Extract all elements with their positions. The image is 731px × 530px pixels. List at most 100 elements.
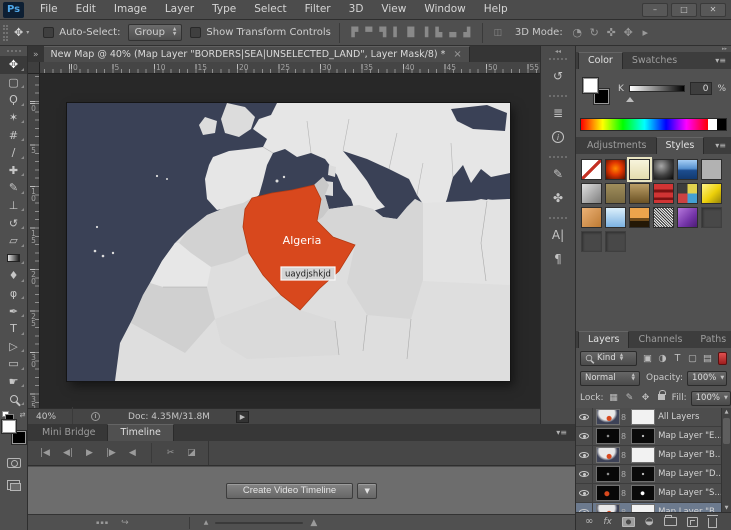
move-tool[interactable]: ✥ <box>0 56 27 74</box>
k-channel-slider[interactable] <box>629 85 685 92</box>
menu-select[interactable]: Select <box>245 0 295 19</box>
menu-view[interactable]: View <box>372 0 415 19</box>
flatten-frames-icon[interactable]: ↪ <box>121 518 129 528</box>
play-button[interactable]: ▶ <box>86 448 93 458</box>
eye-icon[interactable] <box>579 490 589 496</box>
brush-panel-icon[interactable]: ✎ <box>541 162 575 186</box>
layer-row[interactable]: 8Map Layer "B... <box>576 446 721 465</box>
menu-image[interactable]: Image <box>105 0 156 19</box>
menu-layer[interactable]: Layer <box>156 0 203 19</box>
style-swatch-gray-gradient[interactable] <box>581 183 602 204</box>
style-swatch-orange-gradient[interactable] <box>581 207 602 228</box>
white-swatch[interactable] <box>708 119 717 130</box>
layer-thumbnail[interactable] <box>597 467 619 481</box>
convert-to-frame-animation-icon[interactable]: ▪▪▪ <box>96 520 109 526</box>
current-tool-preset[interactable]: ✥ ▾ <box>14 26 29 39</box>
panel-menu-icon[interactable]: ▾≡ <box>710 56 731 69</box>
filter-smart-objects[interactable]: ▤ <box>701 353 714 364</box>
3d-orbit[interactable]: ◔ <box>569 26 586 39</box>
menu-file[interactable]: File <box>31 0 67 19</box>
marquee-tool[interactable]: ▢ <box>0 74 27 92</box>
panel-menu-icon[interactable]: ▾≡ <box>548 428 575 441</box>
align-vertical-centers[interactable]: ▀ <box>362 28 376 38</box>
pen-tool[interactable]: ✒ <box>0 302 27 320</box>
new-group-icon[interactable] <box>664 517 677 526</box>
transition-button[interactable]: ◪ <box>187 448 196 458</box>
visibility-cell[interactable] <box>576 503 593 512</box>
zoom-tool[interactable] <box>0 390 27 408</box>
character-panel-icon[interactable]: A| <box>541 223 575 247</box>
layer-mask-thumbnail[interactable] <box>632 486 654 500</box>
drag-handle-icon[interactable] <box>549 217 567 221</box>
black-swatch[interactable] <box>717 119 726 130</box>
layers-scrollbar[interactable]: ▲ ▼ <box>721 408 731 512</box>
zoom-in-mountain-icon[interactable]: ▲ <box>310 518 317 528</box>
scroll-down-icon[interactable]: ▼ <box>722 505 731 511</box>
align-right-edges[interactable]: ▐ <box>418 28 432 38</box>
distribute-vertical-centers[interactable]: ▄ <box>446 28 460 38</box>
align-horizontal-centers[interactable]: █ <box>404 28 418 38</box>
style-swatch-blue-glass[interactable] <box>677 159 698 180</box>
maximize-button[interactable]: □ <box>671 3 697 17</box>
align-left-edges[interactable]: ▌ <box>390 28 404 38</box>
align-top-edges[interactable]: ▛ <box>348 28 362 38</box>
layer-thumbnail[interactable] <box>597 448 619 462</box>
hand-tool[interactable]: ☛ <box>0 373 27 391</box>
filter-pixel-layers[interactable]: ▣ <box>641 353 654 364</box>
filter-type-layers[interactable]: T <box>671 353 684 364</box>
zoom-level-field[interactable]: 40% <box>28 412 64 422</box>
tab-overflow-icon[interactable]: » <box>28 50 44 62</box>
path-selection-tool[interactable]: ▷ <box>0 338 27 356</box>
visibility-cell[interactable] <box>576 465 593 483</box>
blend-mode-dropdown[interactable]: Normal ▲▼ <box>580 371 640 386</box>
style-swatch-empty-slot[interactable] <box>581 231 602 252</box>
next-frame-button[interactable]: |▶ <box>106 448 116 458</box>
layer-filter-toggle[interactable] <box>718 352 727 365</box>
lock-transparent-pixels[interactable]: ▦ <box>608 393 620 403</box>
style-swatch-noise-pattern[interactable] <box>653 207 674 228</box>
tab-channels[interactable]: Channels <box>629 332 691 348</box>
lock-position[interactable]: ✥ <box>640 393 652 403</box>
close-icon[interactable]: × <box>453 49 461 60</box>
add-layer-mask-icon[interactable] <box>622 517 635 527</box>
opacity-dropdown[interactable]: 100% ▼ <box>687 371 727 386</box>
tab-mini-bridge[interactable]: Mini Bridge <box>30 425 107 441</box>
new-layer-icon[interactable] <box>687 517 698 527</box>
visibility-cell[interactable] <box>576 408 593 426</box>
layer-row[interactable]: 8All Layers <box>576 408 721 427</box>
document-tab[interactable]: New Map @ 40% (Map Layer "BORDERS|SEA|UN… <box>44 46 470 62</box>
layer-row[interactable]: 8Map Layer "S... <box>576 484 721 503</box>
slider-handle[interactable] <box>626 93 634 102</box>
style-swatch-brown-gradient[interactable] <box>629 183 650 204</box>
status-flyout-button[interactable]: ▶ <box>236 411 249 423</box>
split-at-playhead-button[interactable]: ✂ <box>167 448 175 458</box>
tab-timeline[interactable]: Timeline <box>107 424 173 441</box>
style-swatch-cream-bevel[interactable] <box>629 159 650 180</box>
layer-thumbnail[interactable] <box>597 429 619 443</box>
quick-selection-tool[interactable]: ✶ <box>0 109 27 127</box>
history-panel-icon[interactable]: ↺ <box>541 64 575 88</box>
style-swatch-black-sphere[interactable] <box>653 159 674 180</box>
menu-filter[interactable]: Filter <box>296 0 340 19</box>
style-swatch-yellow-gel[interactable] <box>701 183 722 204</box>
properties-panel-icon[interactable]: ≣ <box>541 101 575 125</box>
link-layers-icon[interactable]: ∞ <box>585 517 593 527</box>
layer-thumbnail[interactable] <box>597 410 619 424</box>
foreground-color-swatch[interactable] <box>2 420 16 433</box>
menu-3d[interactable]: 3D <box>340 0 373 19</box>
eye-icon[interactable] <box>579 509 589 512</box>
timeline-type-dropdown[interactable]: ▼ <box>357 483 377 499</box>
first-frame-button[interactable]: |◀ <box>40 448 50 458</box>
3d-slide[interactable]: ✥ <box>620 26 637 39</box>
close-button[interactable]: ✕ <box>700 3 726 17</box>
eye-icon[interactable] <box>579 414 589 420</box>
layer-mask-thumbnail[interactable] <box>632 467 654 481</box>
new-adjustment-layer-icon[interactable]: ◒ <box>645 517 654 527</box>
info-panel-icon[interactable]: i <box>541 125 575 149</box>
lasso-tool[interactable]: Ϙ <box>0 91 27 109</box>
delete-layer-icon[interactable] <box>708 518 717 528</box>
style-swatch-olive[interactable] <box>605 183 626 204</box>
k-value-field[interactable]: 0 <box>690 82 712 95</box>
ruler-corner[interactable] <box>28 62 40 74</box>
type-tool[interactable]: T <box>0 320 27 338</box>
